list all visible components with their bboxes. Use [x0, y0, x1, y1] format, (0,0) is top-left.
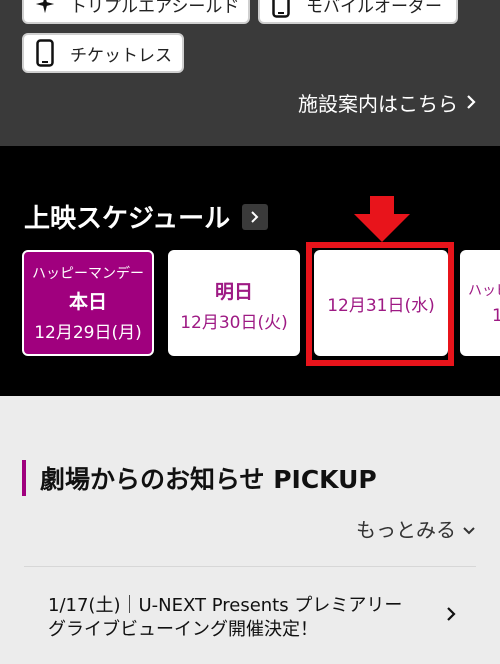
day-card-next[interactable]: ハッピ 1/ — [460, 250, 500, 356]
day-main-label: 本日 — [68, 291, 107, 313]
day-date: 12月29日(月) — [34, 323, 142, 343]
news-line: グライブビューイング開催決定！ — [48, 619, 318, 640]
feature-triple-air-shield[interactable]: トリプルエアシールド — [22, 0, 250, 24]
facility-info-link[interactable]: 施設案内はこちら — [298, 88, 476, 117]
day-sub-label: ハッピーマンデー — [32, 266, 144, 282]
divider — [24, 566, 476, 567]
day-card-tomorrow[interactable]: 明日 12月30日(火) — [168, 250, 300, 356]
schedule-heading[interactable]: 上映スケジュール — [24, 198, 269, 235]
smartphone-icon — [270, 0, 292, 19]
schedule-title: 上映スケジュール — [24, 204, 231, 234]
feature-label: トリプルエアシールド — [70, 0, 240, 17]
feature-label: モバイルオーダー — [306, 0, 442, 17]
highlight-frame — [306, 242, 454, 366]
day-date: 1/ — [492, 306, 500, 326]
chevron-right-icon — [466, 91, 476, 115]
arrow-down-icon — [354, 196, 410, 242]
day-date: 12月30日(火) — [180, 313, 288, 333]
more-label: もっとみる — [356, 518, 456, 542]
feature-mobile-order[interactable]: モバイルオーダー — [258, 0, 458, 24]
day-main-label: 明日 — [214, 281, 253, 303]
smartphone-icon — [34, 38, 56, 68]
chevron-right-icon — [242, 203, 269, 230]
chevron-down-icon — [462, 517, 476, 541]
chevron-right-icon — [446, 606, 456, 626]
day-sub-label: ハッピ — [468, 283, 500, 299]
facility-section: トリプルエアシールド モバイルオーダー チケットレス 施設案内はこちら — [0, 0, 500, 146]
schedule-section: 上映スケジュール ハッピーマンデー 本日 12月29日(月) 明日 12月30日… — [0, 146, 500, 396]
facility-link-label: 施設案内はこちら — [298, 92, 458, 116]
more-link[interactable]: もっとみる — [356, 514, 476, 543]
feature-ticketless[interactable]: チケットレス — [22, 33, 184, 73]
day-card-today[interactable]: ハッピーマンデー 本日 12月29日(月) — [22, 250, 154, 356]
news-item[interactable]: 1/17(土)｜U-NEXT Presents プレミアリー グライブビューイン… — [48, 594, 448, 642]
notice-title: 劇場からのお知らせ PICKUP — [22, 460, 377, 496]
sparkle-icon — [34, 0, 56, 19]
feature-label: チケットレス — [70, 45, 172, 66]
news-line: 1/17(土)｜U-NEXT Presents プレミアリー — [48, 595, 403, 616]
